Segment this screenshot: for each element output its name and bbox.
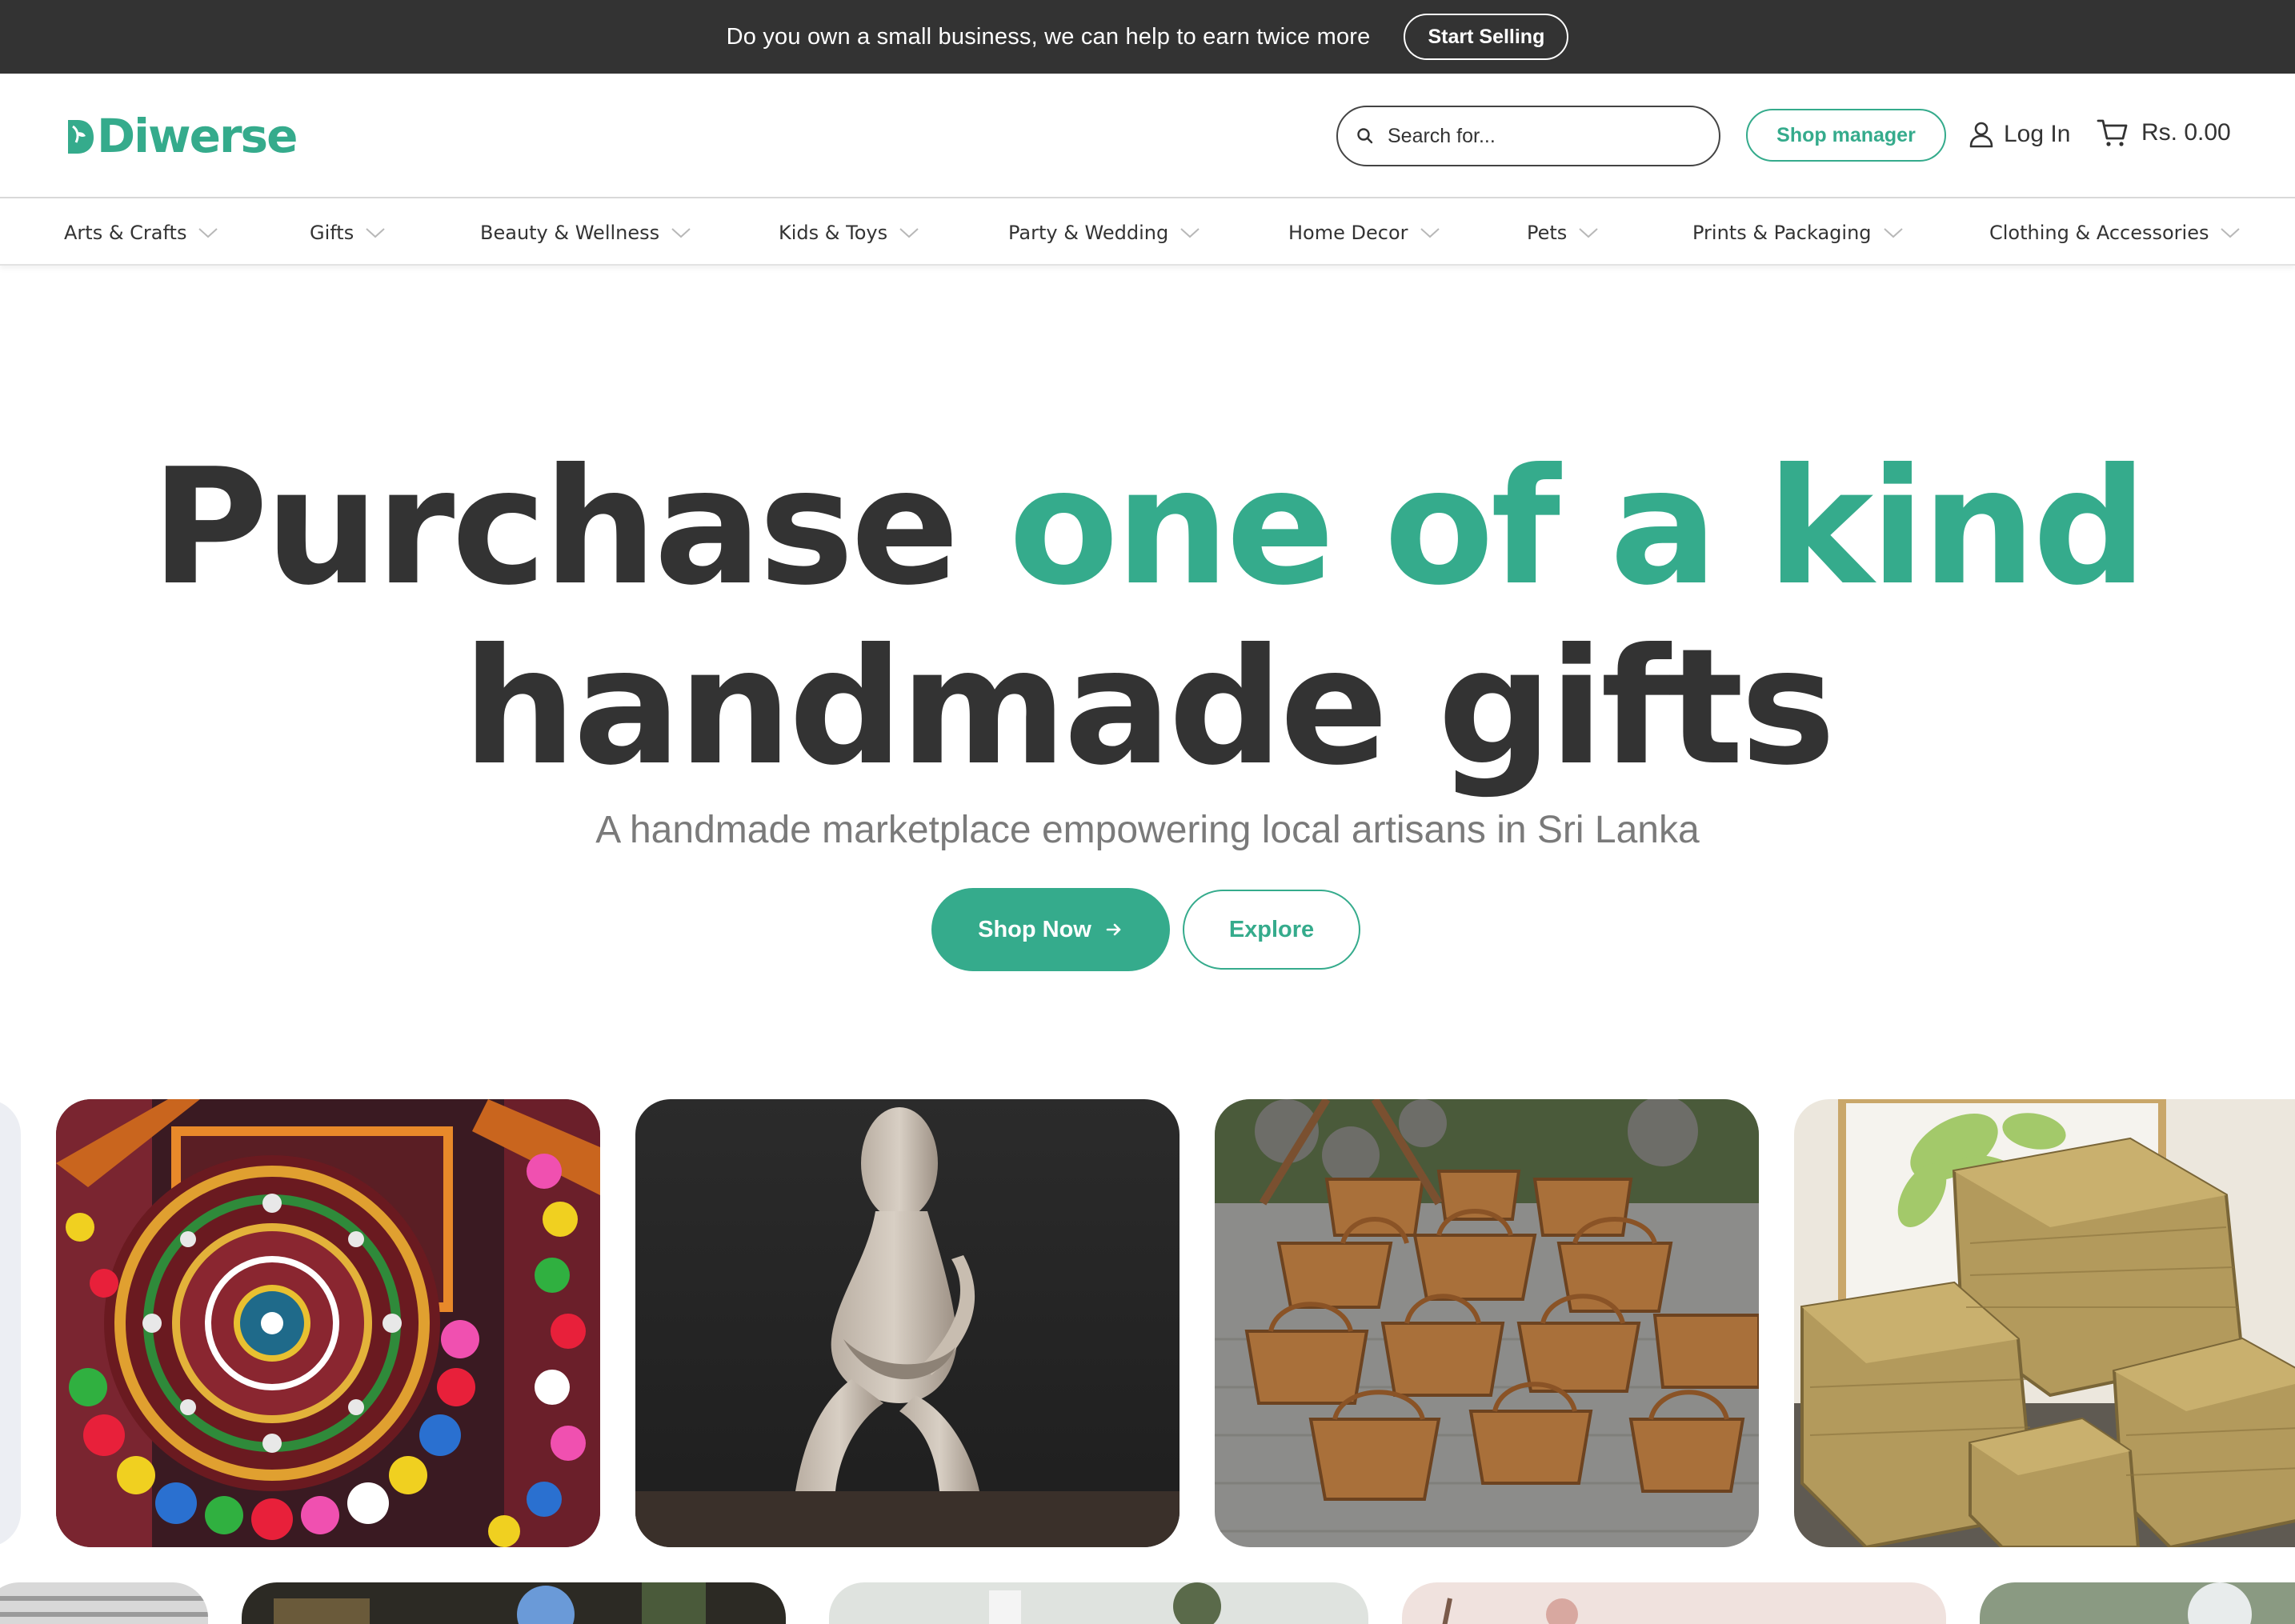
category-pets[interactable]: Pets bbox=[1527, 200, 1599, 266]
login-link[interactable]: Log In bbox=[1969, 118, 2070, 150]
gallery-card-row2-3[interactable] bbox=[829, 1582, 1368, 1624]
chevron-down-icon bbox=[1883, 228, 1903, 238]
start-selling-button[interactable]: Start Selling bbox=[1404, 14, 1569, 60]
category-gifts[interactable]: Gifts bbox=[310, 200, 386, 266]
promo-bar: Do you own a small business, we can help… bbox=[0, 0, 2295, 74]
chevron-down-icon bbox=[1420, 228, 1440, 238]
cart-total: Rs. 0.00 bbox=[2141, 119, 2231, 146]
gallery-card-row2-5[interactable] bbox=[1980, 1582, 2295, 1624]
gallery-card-embroidered-bag[interactable] bbox=[56, 1099, 600, 1547]
category-prints-packaging[interactable]: Prints & Packaging bbox=[1692, 200, 1904, 266]
gallery-image bbox=[0, 1099, 21, 1547]
gallery-card-sculpture[interactable] bbox=[635, 1099, 1180, 1547]
chevron-down-icon bbox=[2221, 228, 2241, 238]
explore-button[interactable]: Explore bbox=[1183, 890, 1360, 970]
shop-now-button[interactable]: Shop Now bbox=[931, 888, 1170, 971]
category-nav: Arts & Crafts Gifts Beauty & Wellness Ki… bbox=[0, 200, 2295, 266]
hero-title-part: Purchase bbox=[150, 434, 1009, 621]
gallery-card-row2-4[interactable] bbox=[1402, 1582, 1946, 1624]
cart-link[interactable]: Rs. 0.00 bbox=[2097, 115, 2231, 150]
shop-now-label: Shop Now bbox=[978, 916, 1091, 942]
category-party-wedding[interactable]: Party & Wedding bbox=[1008, 200, 1200, 266]
user-icon bbox=[1969, 122, 1993, 148]
arrow-right-icon bbox=[1106, 923, 1121, 936]
gallery-image bbox=[1980, 1582, 2295, 1624]
wicker-baskets-image bbox=[1215, 1099, 1759, 1547]
chevron-down-icon bbox=[899, 228, 919, 238]
category-label: Pets bbox=[1527, 222, 1568, 244]
gallery-card-baskets[interactable] bbox=[1215, 1099, 1759, 1547]
category-label: Prints & Packaging bbox=[1692, 222, 1872, 244]
woven-storage-boxes-image bbox=[1794, 1099, 2295, 1547]
gallery-card-woven-boxes[interactable] bbox=[1794, 1099, 2295, 1547]
category-label: Beauty & Wellness bbox=[480, 222, 660, 244]
category-label: Arts & Crafts bbox=[64, 222, 187, 244]
thinker-sculpture-image bbox=[635, 1099, 1180, 1547]
category-label: Home Decor bbox=[1288, 222, 1408, 244]
search-input[interactable] bbox=[1388, 124, 1692, 148]
gallery-card-row2-2[interactable] bbox=[242, 1582, 786, 1624]
chevron-down-icon bbox=[671, 228, 691, 238]
logo-leaf-icon bbox=[68, 120, 94, 154]
gallery-image bbox=[1402, 1582, 1946, 1624]
hero-title-line-2: handmade gifts bbox=[462, 614, 1836, 801]
logo-text: Diwerse bbox=[97, 109, 298, 163]
gallery-image bbox=[0, 1582, 208, 1624]
hero-title-line-1: Purchase one of a kind bbox=[0, 436, 2295, 620]
chevron-down-icon bbox=[1579, 228, 1598, 238]
search-box[interactable] bbox=[1336, 106, 1720, 166]
cart-icon bbox=[2097, 119, 2128, 146]
gallery-card-row2-1[interactable] bbox=[0, 1582, 208, 1624]
gallery-image bbox=[829, 1582, 1368, 1624]
logo[interactable]: Diwerse bbox=[63, 109, 298, 163]
category-home-decor[interactable]: Home Decor bbox=[1288, 200, 1440, 266]
chevron-down-icon bbox=[1180, 228, 1200, 238]
category-clothing-accessories[interactable]: Clothing & Accessories bbox=[1989, 200, 2241, 266]
shop-manager-button[interactable]: Shop manager bbox=[1746, 109, 1946, 162]
embroidered-mirror-bag-image bbox=[56, 1099, 600, 1547]
chevron-down-icon bbox=[198, 228, 218, 238]
category-label: Gifts bbox=[310, 222, 354, 244]
site-header: Diwerse Shop manager Log In Rs. 0.00 bbox=[0, 74, 2295, 198]
hero-title-accent: one of a kind bbox=[1008, 434, 2148, 621]
category-kids-toys[interactable]: Kids & Toys bbox=[779, 200, 919, 266]
hero-subtitle: A handmade marketplace empowering local … bbox=[595, 809, 1700, 851]
category-beauty-wellness[interactable]: Beauty & Wellness bbox=[480, 200, 691, 266]
category-label: Clothing & Accessories bbox=[1989, 222, 2209, 244]
category-label: Kids & Toys bbox=[779, 222, 888, 244]
chevron-down-icon bbox=[366, 228, 385, 238]
promo-text: Do you own a small business, we can help… bbox=[726, 23, 1371, 50]
gallery-image bbox=[242, 1582, 786, 1624]
category-arts-crafts[interactable]: Arts & Crafts bbox=[64, 200, 218, 266]
search-icon bbox=[1357, 128, 1373, 144]
login-label: Log In bbox=[2004, 121, 2071, 147]
category-label: Party & Wedding bbox=[1008, 222, 1169, 244]
gallery-card-partial[interactable] bbox=[0, 1099, 21, 1547]
